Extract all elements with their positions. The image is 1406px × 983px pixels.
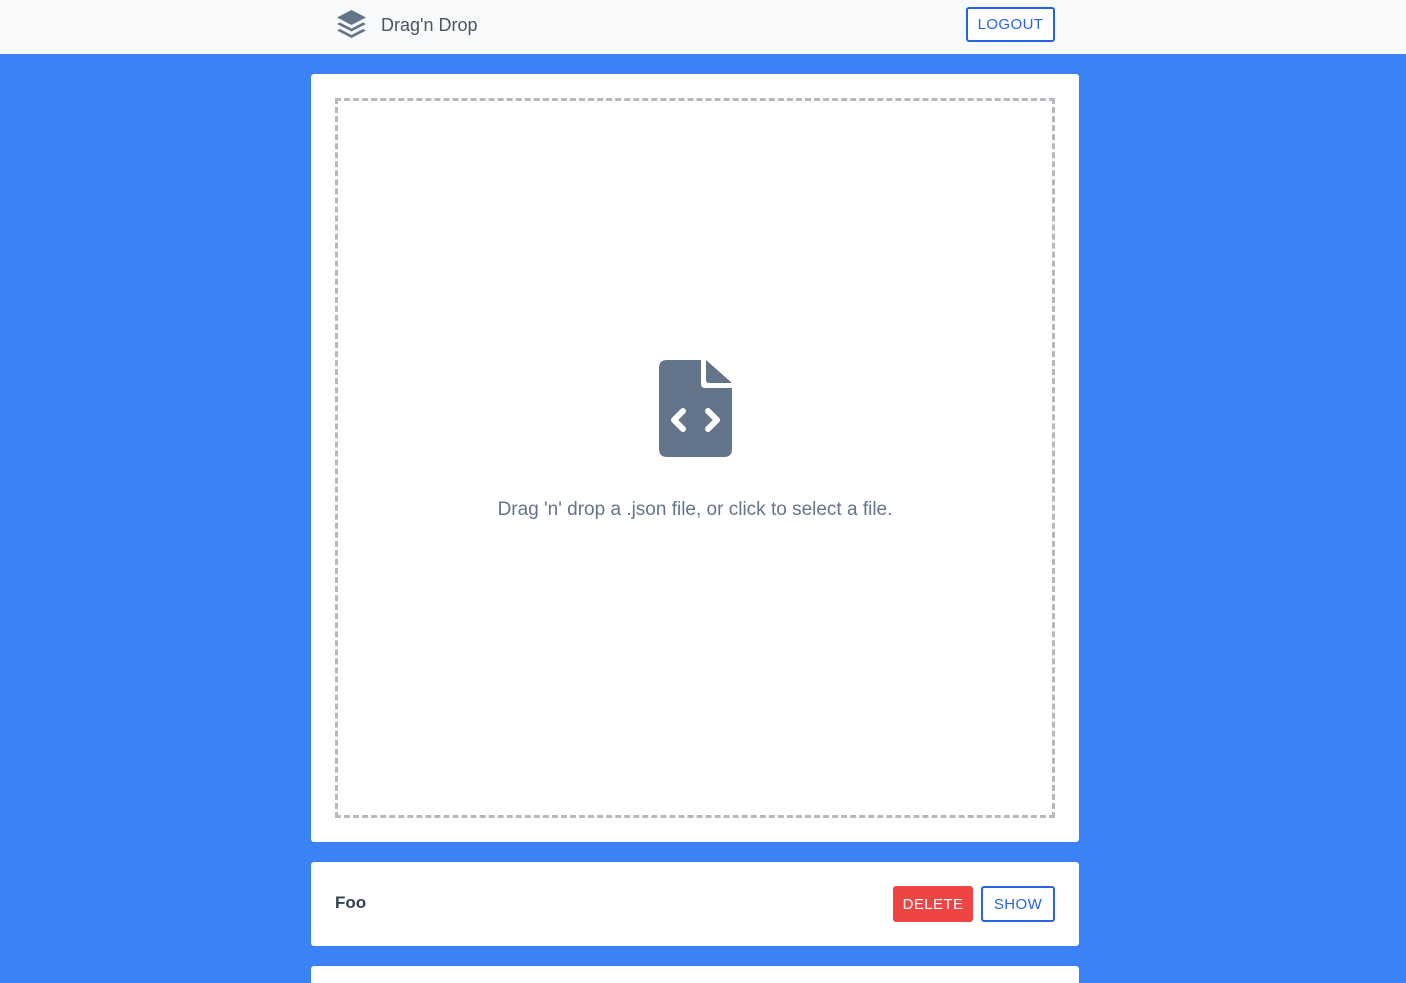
file-name: Foo — [335, 893, 367, 912]
layers-icon — [335, 8, 368, 42]
delete-button[interactable]: DELETE — [893, 886, 973, 922]
logout-button[interactable]: LOGOUT — [966, 7, 1055, 42]
show-button[interactable]: SHOW — [981, 886, 1055, 922]
file-card: Foo DELETE SHOW — [311, 862, 1079, 946]
file-code-icon — [659, 360, 732, 462]
dropzone-instructions: Drag 'n' drop a .json file, or click to … — [497, 499, 893, 520]
file-dropzone[interactable]: Drag 'n' drop a .json file, or click to … — [335, 98, 1055, 818]
upload-card: Drag 'n' drop a .json file, or click to … — [311, 74, 1079, 842]
brand-link[interactable]: Drag'n Drop — [335, 8, 477, 42]
file-card-partial — [311, 966, 1079, 983]
navbar: Drag'n Drop LOGOUT — [0, 0, 1406, 54]
brand-title: Drag'n Drop — [381, 14, 478, 35]
